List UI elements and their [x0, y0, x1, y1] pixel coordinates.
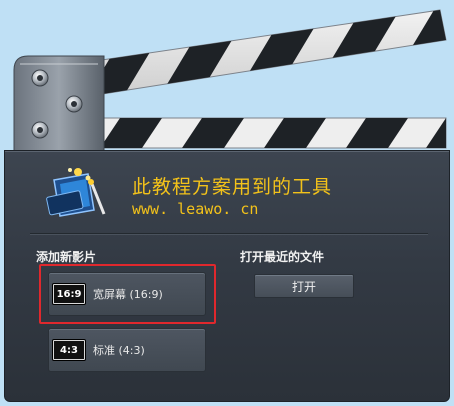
preset-label: 标准 (4:3) — [93, 344, 145, 357]
open-button[interactable]: 打开 — [254, 274, 354, 298]
aspect-4-3-icon: 4:3 — [53, 340, 85, 360]
headline: 此教程方案用到的工具 — [132, 176, 333, 198]
section-divider — [30, 233, 428, 235]
film-logo-icon — [46, 168, 106, 217]
highlight-box — [39, 264, 216, 324]
clapperboard-arm — [13, 9, 447, 153]
clapperboard-window: 此教程方案用到的工具 www. leawo. cn 添加新影片 16:9 宽屏幕… — [0, 0, 454, 406]
add-new-movie-title: 添加新影片 — [36, 250, 97, 264]
standard-preset-button[interactable]: 4:3 标准 (4:3) — [48, 328, 206, 372]
brand-banner: 此教程方案用到的工具 www. leawo. cn — [44, 162, 424, 224]
open-recent-title: 打开最近的文件 — [240, 250, 325, 264]
website-url: www. leawo. cn — [132, 200, 259, 218]
